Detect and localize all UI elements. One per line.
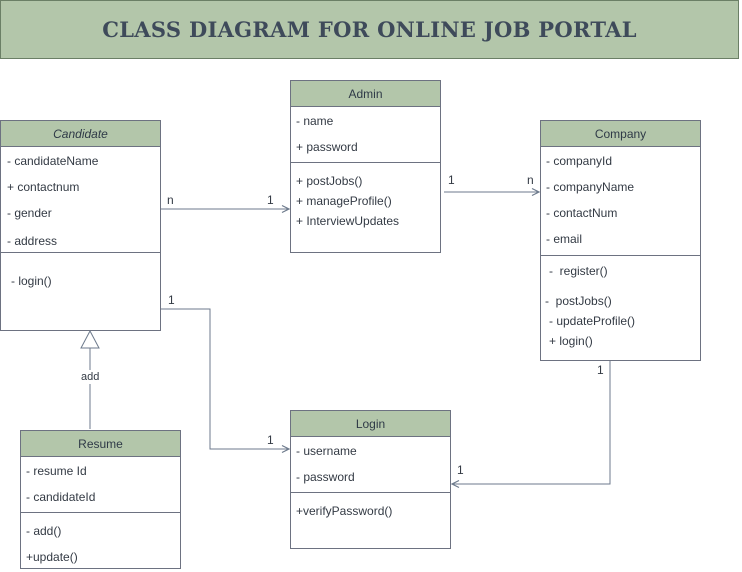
admin-method-manageprofile: + manageProfile() (296, 194, 392, 208)
company-attr-email: - email (546, 232, 583, 246)
candidate-attr-contactnum: + contactnum (7, 180, 80, 194)
candidate-attr-gender: - gender (7, 206, 52, 220)
company-attr-companyname: - companyName (546, 180, 635, 194)
candidate-attr-address: - address (7, 234, 58, 248)
company-login-association (450, 361, 611, 489)
admin-attr-password: + password (296, 140, 358, 154)
login-attr-password: - password (296, 470, 355, 484)
class-resume[interactable]: Resume - resume Id - candidateId - add()… (20, 430, 181, 569)
class-company[interactable]: Company - companyId - companyName - cont… (540, 120, 701, 361)
mult-candidate-login-source: 1 (168, 293, 175, 307)
resume-method-update: +update() (26, 550, 78, 564)
class-admin-name: Admin (291, 81, 440, 107)
resume-attr-resumeid: - resume Id (26, 464, 87, 478)
class-login-name: Login (291, 411, 450, 437)
mult-candidate-login-target: 1 (267, 433, 274, 447)
admin-attr-name: - name (296, 114, 334, 128)
company-method-register: - register() (549, 264, 608, 278)
login-separator (291, 492, 450, 493)
resume-attr-candidateid: - candidateId (26, 490, 96, 504)
mult-candidate-admin-source: n (167, 193, 174, 207)
login-method-verifypassword: +verifyPassword() (296, 504, 393, 518)
company-separator (541, 255, 700, 256)
candidate-login-association (161, 308, 291, 454)
login-attr-username: - username (296, 444, 357, 458)
company-method-login: + login() (549, 334, 593, 348)
generalization-label: add (80, 370, 101, 384)
generalization-triangle (80, 329, 100, 349)
class-admin[interactable]: Admin - name + password + postJobs() + m… (290, 80, 441, 253)
company-attr-contactnum: - contactNum (546, 206, 618, 220)
mult-admin-company-source: 1 (448, 173, 455, 187)
company-method-postjobs: - postJobs() (545, 294, 612, 308)
resume-separator (21, 512, 180, 513)
admin-method-postjobs: + postJobs() (296, 174, 363, 188)
company-method-updateprofile: - updateProfile() (549, 314, 636, 328)
resume-method-add: - add() (26, 524, 62, 538)
candidate-attr-candidatename: - candidateName (7, 154, 99, 168)
company-attr-companyid: - companyId (546, 154, 613, 168)
candidate-separator (1, 252, 160, 253)
mult-company-login-source: 1 (597, 363, 604, 377)
mult-company-login-target: 1 (457, 463, 464, 477)
admin-method-interviewupdates: + InterviewUpdates (296, 214, 400, 228)
class-login[interactable]: Login - username - password +verifyPassw… (290, 410, 451, 549)
candidate-method-login: - login() (11, 274, 52, 288)
class-company-name: Company (541, 121, 700, 147)
class-candidate-name: Candidate (1, 121, 160, 147)
mult-candidate-admin-target: 1 (267, 193, 274, 207)
class-resume-name: Resume (21, 431, 180, 457)
mult-admin-company-target: n (527, 173, 534, 187)
admin-separator (291, 162, 440, 163)
class-candidate[interactable]: Candidate - candidateName + contactnum -… (0, 120, 161, 331)
